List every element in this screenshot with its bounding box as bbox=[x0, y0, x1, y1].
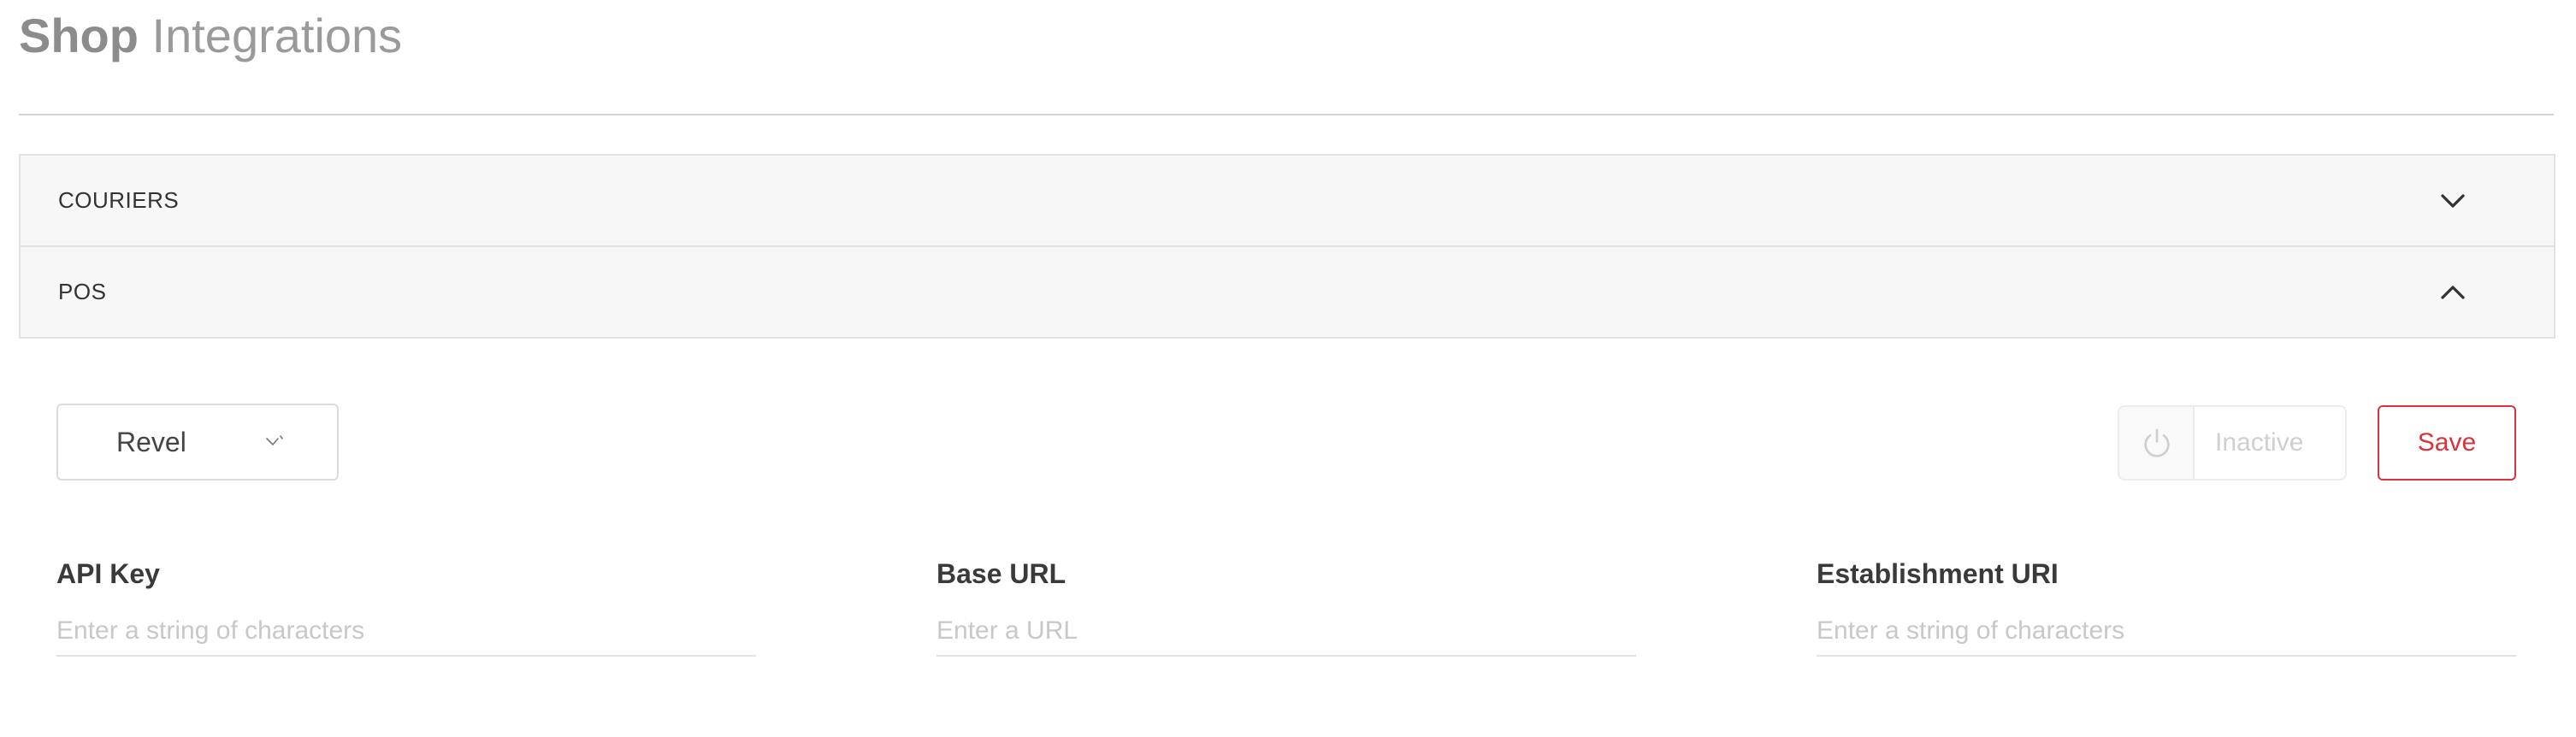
accordion-couriers[interactable]: COURIERS bbox=[21, 156, 2554, 245]
base-url-label: Base URL bbox=[936, 558, 1066, 589]
status-toggle-icon-cell bbox=[2119, 407, 2195, 479]
header-divider bbox=[19, 114, 2554, 115]
accordion-couriers-label: COURIERS bbox=[58, 187, 180, 213]
page-title-light: Integrations bbox=[151, 9, 403, 62]
status-toggle-label: Inactive bbox=[2215, 428, 2304, 457]
pos-provider-select[interactable]: Revel bbox=[56, 404, 339, 481]
save-button[interactable]: Save bbox=[2378, 405, 2516, 481]
chevron-down-icon bbox=[2441, 193, 2465, 208]
page-title-strong: Shop bbox=[19, 9, 139, 62]
chevron-up-icon bbox=[2441, 285, 2465, 299]
api-key-field: API Key bbox=[56, 552, 756, 657]
chevron-down-icon bbox=[266, 435, 283, 445]
integrations-accordion: COURIERS POS bbox=[19, 154, 2555, 339]
establishment-uri-field: Establishment URI bbox=[1817, 552, 2516, 657]
accordion-pos-label: POS bbox=[58, 279, 107, 304]
establishment-uri-label: Establishment URI bbox=[1817, 558, 2059, 589]
base-url-input[interactable] bbox=[936, 607, 1636, 657]
power-icon bbox=[2144, 428, 2170, 457]
shop-integrations-page: Shop Integrations COURIERS POS Revel Ina… bbox=[0, 0, 2576, 737]
pos-provider-value: Revel bbox=[116, 427, 186, 457]
accordion-pos[interactable]: POS bbox=[21, 245, 2554, 337]
base-url-field: Base URL bbox=[936, 552, 1636, 657]
page-title: Shop Integrations bbox=[19, 5, 402, 67]
api-key-input[interactable] bbox=[56, 607, 756, 657]
status-toggle[interactable]: Inactive bbox=[2118, 405, 2347, 481]
establishment-uri-input[interactable] bbox=[1817, 607, 2516, 657]
api-key-label: API Key bbox=[56, 558, 160, 589]
